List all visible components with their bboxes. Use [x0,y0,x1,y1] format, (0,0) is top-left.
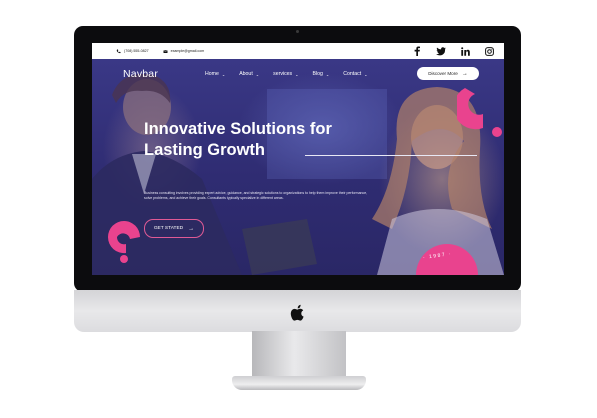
arrow-right-icon: → [188,225,195,232]
nav-item-label: About [239,71,253,77]
nav-item-label: Home [205,71,219,77]
website-screen: (708) 555-0827 example@gmail.com Navbar … [92,43,504,275]
nav-item-label: Blog [312,71,323,77]
nav-item-contact[interactable]: Contact ⌄ [343,71,367,77]
monitor-bezel: (708) 555-0827 example@gmail.com Navbar … [74,26,521,292]
hero-title-line2: Lasting Growth [144,141,265,159]
social-links [412,46,494,56]
get-started-button[interactable]: GET STATED → [144,219,204,238]
nav-item-blog[interactable]: Blog ⌄ [313,71,330,77]
decorative-pink-arc [457,88,502,137]
nav-item-label: services [273,71,293,77]
chevron-down-icon: ⌄ [221,71,226,77]
title-divider [305,155,477,156]
hero-description: Business consulting involves providing e… [144,191,368,200]
email-contact[interactable]: example@gmail.com [162,49,205,54]
nav-item-home[interactable]: Home ⌄ [205,71,225,77]
email-address: example@gmail.com [170,49,205,53]
chevron-down-icon: ⌄ [255,71,260,77]
monitor-stand-base [232,376,366,390]
hero-title-line1: Innovative Solutions for [144,120,332,138]
discover-more-label: Discover More [428,71,458,76]
twitter-icon[interactable] [436,46,446,56]
hero-section: Navbar Home ⌄ About ⌄ services ⌄ Blog ⌄ [92,59,504,275]
apple-logo-icon [290,304,304,321]
site-logo[interactable]: Navbar [123,68,158,80]
linkedin-icon[interactable] [460,46,470,56]
camera-dot [296,30,299,33]
main-navigation: Home ⌄ About ⌄ services ⌄ Blog ⌄ Contact [205,71,382,77]
discover-more-button[interactable]: Discover More → [417,67,479,80]
chevron-down-icon: ⌄ [295,71,299,77]
nav-item-about[interactable]: About ⌄ [239,71,259,77]
nav-item-label: Contact [343,71,362,77]
phone-icon [116,49,121,53]
arrow-right-icon: → [461,70,468,77]
nav-item-services[interactable]: services ⌄ [273,71,298,77]
facebook-icon[interactable] [412,46,422,56]
monitor-stand-neck [252,331,346,379]
contact-topbar: (708) 555-0827 example@gmail.com [92,43,504,59]
chevron-down-icon: ⌄ [325,71,330,77]
chevron-down-icon: ⌄ [364,71,368,77]
phone-number: (708) 555-0827 [124,49,149,53]
phone-contact[interactable]: (708) 555-0827 [116,49,149,54]
mail-icon [162,49,168,53]
instagram-icon[interactable] [484,46,494,56]
get-started-label: GET STATED [153,226,184,231]
decorative-pink-ring [107,221,140,263]
